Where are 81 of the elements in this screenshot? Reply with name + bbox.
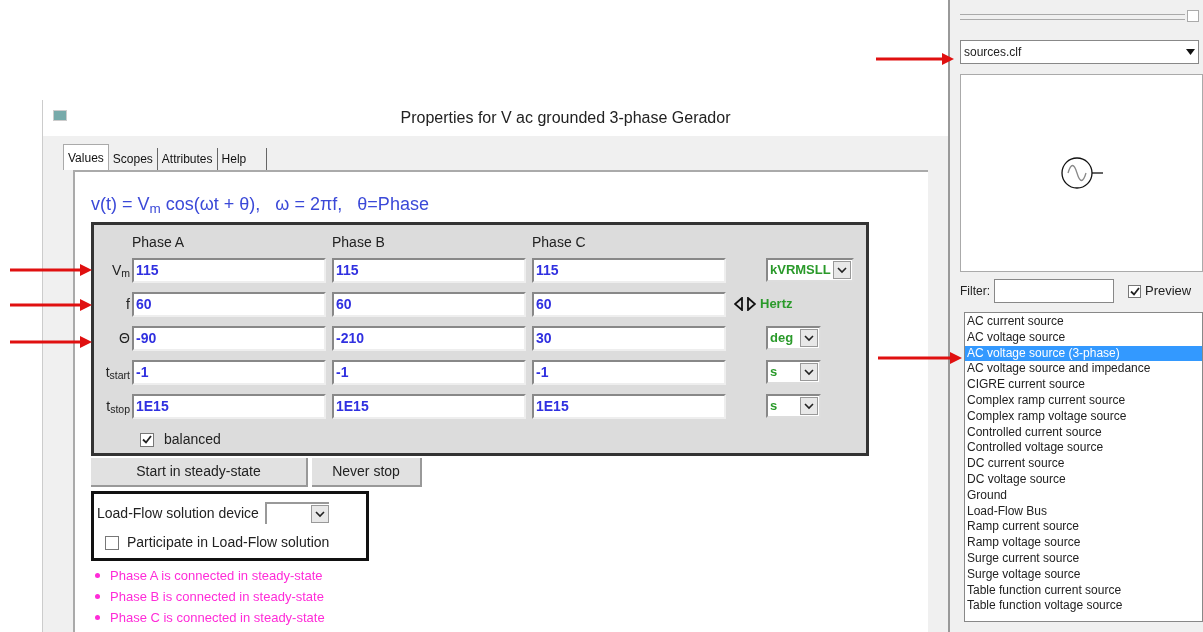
tab[interactable]: Values [63, 144, 109, 170]
checkbox[interactable] [105, 535, 119, 550]
value-field[interactable]: -1 [532, 359, 726, 385]
checkbox-label: Participate in Load-Flow solution [127, 533, 330, 552]
list-item[interactable]: Surge voltage source [965, 566, 1202, 583]
preview-label: Preview [1145, 282, 1192, 301]
action-button[interactable]: Start in steady-state [91, 458, 308, 487]
list-item[interactable]: Ramp current source [965, 519, 1202, 536]
value-field[interactable]: 1E15 [132, 393, 326, 419]
filter-label: Filter: [960, 283, 990, 300]
list-item[interactable]: Table function current source [965, 582, 1202, 599]
list-item[interactable]: AC voltage source [965, 329, 1202, 346]
left-right-arrows-icon[interactable] [734, 297, 756, 311]
pointer-arrow-icon [876, 52, 954, 66]
row-label: V$_{m}$ [110, 260, 131, 281]
value-field[interactable]: -1 [132, 359, 326, 385]
checkbox-label: balanced [164, 430, 221, 449]
row-label: t$_{start}$ [104, 362, 131, 383]
pointer-arrow-icon [10, 263, 92, 277]
value-field[interactable]: 115 [332, 257, 526, 283]
formula: v(t) = V$_{m}$ cos(ωt + θ), ω = 2πf, θ=Phase [91, 193, 430, 216]
library-select[interactable]: sources.clf [960, 40, 1199, 64]
list-item[interactable]: Complex ramp voltage source [965, 408, 1202, 425]
list-item[interactable]: Ramp voltage source [965, 535, 1202, 551]
column-header: Phase C [532, 232, 587, 252]
value-field[interactable]: -1 [332, 359, 526, 385]
row-label: t$_{stop}$ [105, 396, 131, 417]
list-item[interactable]: Controlled current source [965, 424, 1202, 441]
unit-value: Hertz [760, 295, 793, 314]
unit-value: s [770, 397, 779, 416]
window-title: Properties for V ac grounded 3-phase Gerador [399, 108, 731, 128]
value-field[interactable]: 115 [132, 257, 326, 283]
unit-value: s [770, 363, 779, 382]
value-field[interactable]: 115 [532, 257, 726, 283]
value-field[interactable]: 1E15 [332, 393, 526, 419]
unit-value: kVRMSLL [770, 261, 831, 280]
pointer-arrow-icon [10, 335, 92, 349]
list-item[interactable]: AC current source [965, 314, 1202, 330]
checkbox[interactable] [1128, 284, 1141, 298]
bullet-icon [95, 615, 100, 620]
value-field[interactable]: 60 [132, 291, 326, 317]
list-item[interactable]: Surge current source [965, 550, 1202, 567]
unit-select[interactable]: kVRMSLL [766, 258, 854, 282]
list-item[interactable]: Table function voltage source [965, 598, 1202, 615]
field-label: Load-Flow solution device [97, 503, 259, 523]
action-button[interactable]: Never stop [312, 458, 422, 487]
dropdown-arrow-icon[interactable] [1186, 49, 1195, 55]
list-item[interactable]: Complex ramp current source [965, 393, 1202, 409]
list-item[interactable]: Load-Flow Bus [965, 503, 1202, 520]
list-item[interactable]: CIGRE current source [965, 377, 1202, 393]
list-item[interactable]: Controlled voltage source [965, 440, 1202, 457]
status-message: Phase B is connected in steady-state [110, 587, 324, 606]
list-item[interactable]: DC voltage source [965, 471, 1202, 488]
unit-value: deg [770, 329, 795, 348]
window-icon [53, 110, 67, 121]
pointer-arrow-icon [10, 298, 92, 312]
status-message: Phase C is connected in steady-state [110, 608, 325, 627]
pointer-arrow-icon [878, 351, 962, 365]
row-label: f [125, 294, 131, 314]
list-item[interactable]: AC voltage source and impedance [965, 361, 1202, 378]
panel-grip[interactable] [960, 14, 1185, 20]
value-field[interactable]: -210 [332, 325, 526, 351]
checkbox[interactable] [140, 432, 154, 447]
unit-select[interactable]: s [766, 394, 821, 418]
value-field[interactable]: 1E15 [532, 393, 726, 419]
column-header: Phase A [132, 232, 186, 252]
value-field[interactable]: 60 [332, 291, 526, 317]
row-label: Θ [118, 328, 131, 348]
unit-select[interactable]: s [766, 360, 821, 384]
list-item[interactable]: Ground [965, 487, 1202, 504]
list-item[interactable]: DC current source [965, 456, 1202, 472]
value-field[interactable]: -90 [132, 325, 326, 351]
column-header: Phase B [332, 232, 386, 252]
value-field[interactable]: 60 [532, 291, 726, 317]
unit-select[interactable]: deg [766, 326, 821, 350]
value-field[interactable]: 30 [532, 325, 726, 351]
ac-source-symbol-icon [1059, 156, 1104, 190]
filter-field[interactable] [994, 279, 1114, 303]
bullet-icon [95, 594, 100, 599]
status-message: Phase A is connected in steady-state [110, 566, 323, 585]
bullet-icon [95, 573, 100, 578]
